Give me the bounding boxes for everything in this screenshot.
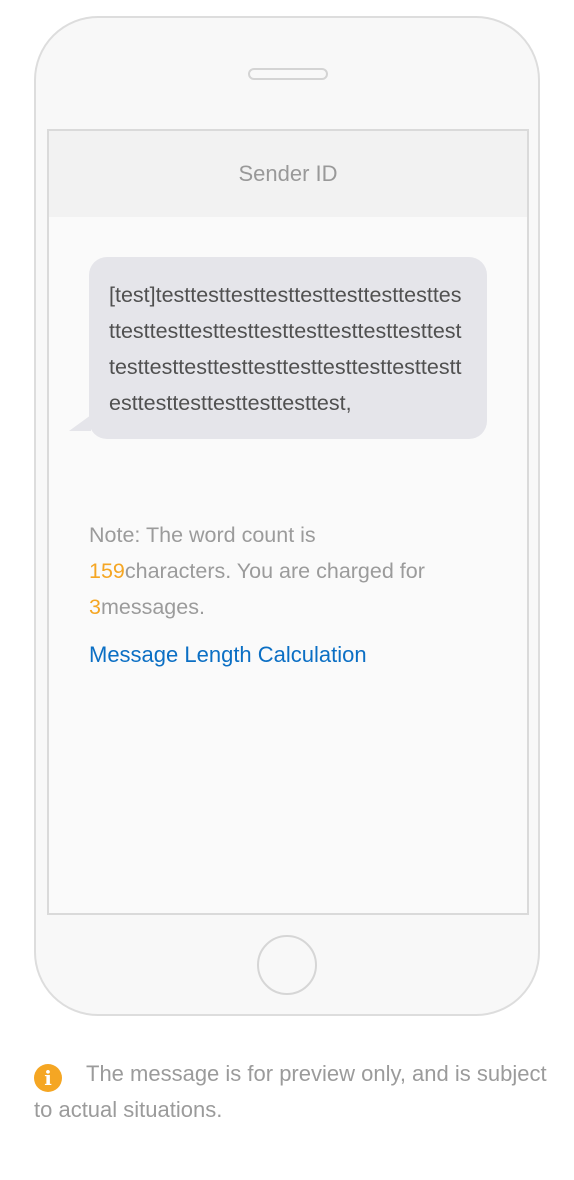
- message-bubble-wrap: [test]testtesttesttesttesttesttesttestte…: [69, 257, 487, 439]
- message-bubble: [test]testtesttesttesttesttesttesttestte…: [89, 257, 487, 439]
- sender-id-label: Sender ID: [238, 161, 338, 186]
- phone-speaker: [248, 68, 328, 80]
- bubble-tail: [69, 415, 91, 431]
- preview-disclaimer: i The message is for preview only, and is…: [34, 1056, 554, 1128]
- phone-mockup: Sender ID [test]testtesttesttesttesttest…: [34, 16, 540, 1016]
- word-count-note: Note: The word count is 159characters. Y…: [89, 517, 509, 625]
- message-length-calculation-link[interactable]: Message Length Calculation: [89, 642, 367, 668]
- note-prefix: Note: The word count is: [89, 523, 316, 547]
- message-count: 3: [89, 595, 101, 619]
- note-mid: characters. You are charged for: [124, 559, 425, 583]
- message-text: [test]testtesttesttesttesttesttesttestte…: [109, 283, 462, 415]
- info-icon: i: [34, 1064, 62, 1092]
- sms-preview-page: Sender ID [test]testtesttesttesttesttest…: [0, 0, 574, 1180]
- note-suffix: messages.: [100, 595, 205, 619]
- phone-screen: Sender ID [test]testtesttesttesttesttest…: [47, 129, 529, 915]
- sender-id-header: Sender ID: [49, 131, 527, 217]
- character-count: 159: [89, 559, 125, 583]
- preview-disclaimer-text: The message is for preview only, and is …: [34, 1061, 547, 1122]
- phone-home-button: [257, 935, 317, 995]
